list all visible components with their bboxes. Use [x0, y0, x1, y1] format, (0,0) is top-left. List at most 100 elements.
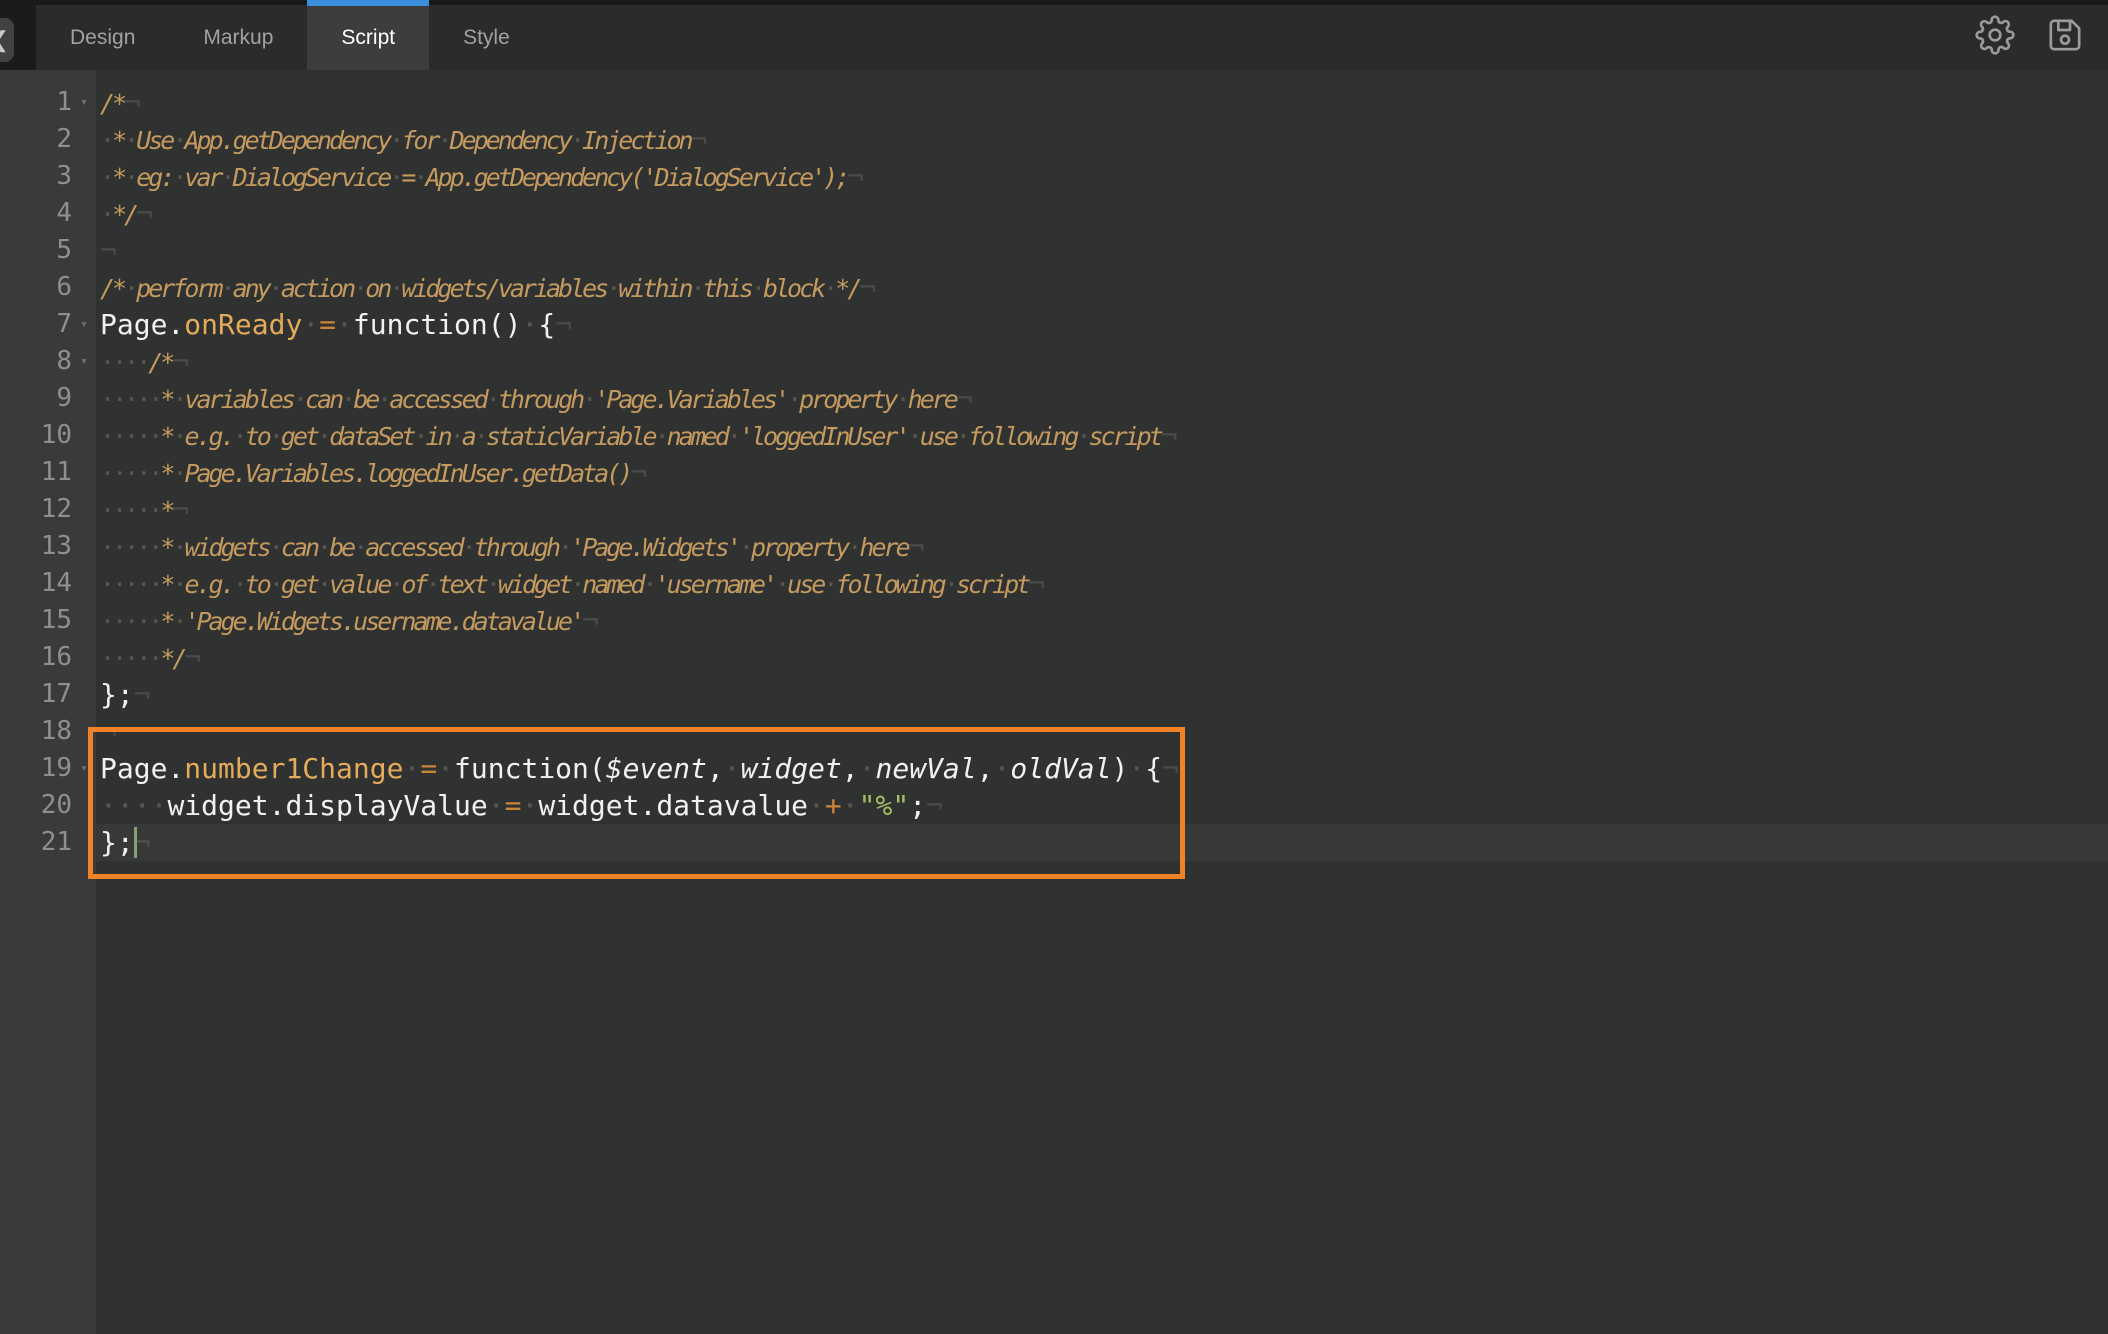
code-line[interactable]: /*·perform·any·action·on·widgets/variabl… — [100, 269, 2108, 306]
collapse-panel-button[interactable]: ❮ — [0, 18, 14, 62]
code-line[interactable]: };¬ — [100, 676, 2108, 713]
code-line[interactable]: ·····*·e.g.·to·get·value·of·text·widget·… — [100, 565, 2108, 602]
whitespace-dot: · — [221, 163, 233, 192]
fold-arrow-icon[interactable]: ▾ — [72, 84, 96, 121]
line-number: 9 — [0, 380, 72, 417]
gutter: 1▾234567▾8▾910111213141516171819▾2021 — [0, 70, 96, 1334]
whitespace-dot: · — [450, 422, 462, 451]
fold-arrow-icon[interactable]: ▾ — [72, 306, 96, 343]
eol-marker: ¬ — [172, 493, 189, 526]
code-line[interactable]: /*¬ — [100, 84, 2108, 121]
whitespace-dot: · — [787, 385, 799, 414]
whitespace-dot: · — [570, 570, 582, 599]
tab-markup[interactable]: Markup — [169, 0, 307, 70]
whitespace-dot: · — [136, 422, 148, 451]
fold-spacer — [72, 269, 96, 306]
eol-marker: ¬ — [691, 123, 708, 156]
code-line[interactable]: ·····*·e.g.·to·get·dataSet·in·a·staticVa… — [100, 417, 2108, 454]
code-line[interactable]: ·····*·widgets·can·be·accessed·through·'… — [100, 528, 2108, 565]
whitespace-dot: · — [124, 496, 136, 525]
eol-marker: ¬ — [847, 160, 864, 193]
eol-marker: ¬ — [1161, 419, 1178, 452]
code-line[interactable]: ·*·eg:·var·DialogService·=·App.getDepend… — [100, 158, 2108, 195]
gutter-line: 5 — [0, 232, 96, 269]
whitespace-dot: · — [944, 570, 956, 599]
code-editor[interactable]: 1▾234567▾8▾910111213141516171819▾2021 /*… — [0, 70, 2108, 1334]
whitespace-dot: · — [112, 459, 124, 488]
tab-design[interactable]: Design — [36, 0, 169, 70]
line-number: 15 — [0, 602, 72, 639]
whitespace-dot: · — [739, 533, 751, 562]
line-number: 14 — [0, 565, 72, 602]
whitespace-dot: · — [859, 752, 876, 785]
whitespace-dot: · — [148, 496, 160, 525]
whitespace-dot: · — [151, 789, 168, 822]
whitespace-dot: · — [775, 570, 787, 599]
chevron-left-icon: ❮ — [0, 27, 9, 53]
code-line[interactable]: ····widget.displayValue·=·widget.dataval… — [100, 787, 2108, 824]
line-number: 20 — [0, 787, 72, 824]
fold-arrow-icon[interactable]: ▾ — [72, 343, 96, 380]
tab-script[interactable]: Script — [307, 0, 429, 70]
whitespace-dot: · — [655, 422, 667, 451]
gutter-line: 18 — [0, 713, 96, 750]
save-button[interactable] — [2044, 14, 2086, 56]
line-number: 11 — [0, 454, 72, 491]
code-line[interactable]: ····/*¬ — [100, 343, 2108, 380]
code-area[interactable]: /*¬·*·Use·App.getDependency·for·Dependen… — [96, 70, 2108, 1334]
code-line[interactable]: };¬ — [100, 824, 2108, 861]
whitespace-dot: · — [134, 789, 151, 822]
fold-spacer — [72, 380, 96, 417]
whitespace-dot: · — [413, 422, 425, 451]
whitespace-dot: · — [124, 570, 136, 599]
code-line[interactable]: ·*·Use·App.getDependency·for·Dependency·… — [100, 121, 2108, 158]
code-line[interactable]: ·····*·'Page.Widgets.username.datavalue'… — [100, 602, 2108, 639]
fold-spacer — [72, 158, 96, 195]
fold-arrow-icon[interactable]: ▾ — [72, 750, 96, 787]
code-line[interactable]: Page.number1Change·=·function($event,·wi… — [100, 750, 2108, 787]
whitespace-dot: · — [172, 607, 184, 636]
line-number: 2 — [0, 121, 72, 158]
line-number: 3 — [0, 158, 72, 195]
whitespace-dot: · — [606, 274, 618, 303]
whitespace-dot: · — [570, 126, 582, 155]
whitespace-dot: · — [124, 348, 136, 377]
code-line[interactable]: ·····*·Page.Variables.loggedInUser.getDa… — [100, 454, 2108, 491]
whitespace-dot: · — [221, 274, 233, 303]
whitespace-dot: · — [896, 385, 908, 414]
eol-marker: ¬ — [555, 308, 572, 341]
eol-marker: ¬ — [630, 456, 647, 489]
whitespace-dot: · — [112, 607, 124, 636]
whitespace-dot: · — [317, 422, 329, 451]
whitespace-dot: · — [582, 385, 594, 414]
whitespace-dot: · — [486, 570, 498, 599]
whitespace-dot: · — [403, 752, 420, 785]
whitespace-dot: · — [148, 422, 160, 451]
code-line[interactable]: ¬ — [100, 713, 2108, 750]
code-line[interactable]: ·····*/¬ — [100, 639, 2108, 676]
whitespace-dot: · — [124, 607, 136, 636]
whitespace-dot: · — [136, 607, 148, 636]
whitespace-dot: · — [124, 459, 136, 488]
code-line[interactable]: ·*/¬ — [100, 195, 2108, 232]
eol-marker: ¬ — [136, 197, 153, 230]
code-line[interactable]: Page.onReady·=·function()·{¬ — [100, 306, 2108, 343]
tab-style[interactable]: Style — [429, 0, 544, 70]
whitespace-dot: · — [269, 570, 281, 599]
code-line[interactable]: ¬ — [100, 232, 2108, 269]
whitespace-dot: · — [437, 752, 454, 785]
line-number: 18 — [0, 713, 72, 750]
code-line[interactable]: ·····*·variables·can·be·accessed·through… — [100, 380, 2108, 417]
eol-marker: ¬ — [859, 271, 876, 304]
whitespace-dot: · — [100, 496, 112, 525]
code-line[interactable]: ·····*¬ — [100, 491, 2108, 528]
whitespace-dot: · — [302, 308, 319, 341]
whitespace-dot: · — [172, 422, 184, 451]
settings-button[interactable] — [1974, 14, 2016, 56]
fold-spacer — [72, 713, 96, 750]
whitespace-dot: · — [558, 533, 570, 562]
eol-marker: ¬ — [100, 715, 117, 748]
whitespace-dot: · — [269, 274, 281, 303]
line-number: 12 — [0, 491, 72, 528]
whitespace-dot: · — [172, 533, 184, 562]
